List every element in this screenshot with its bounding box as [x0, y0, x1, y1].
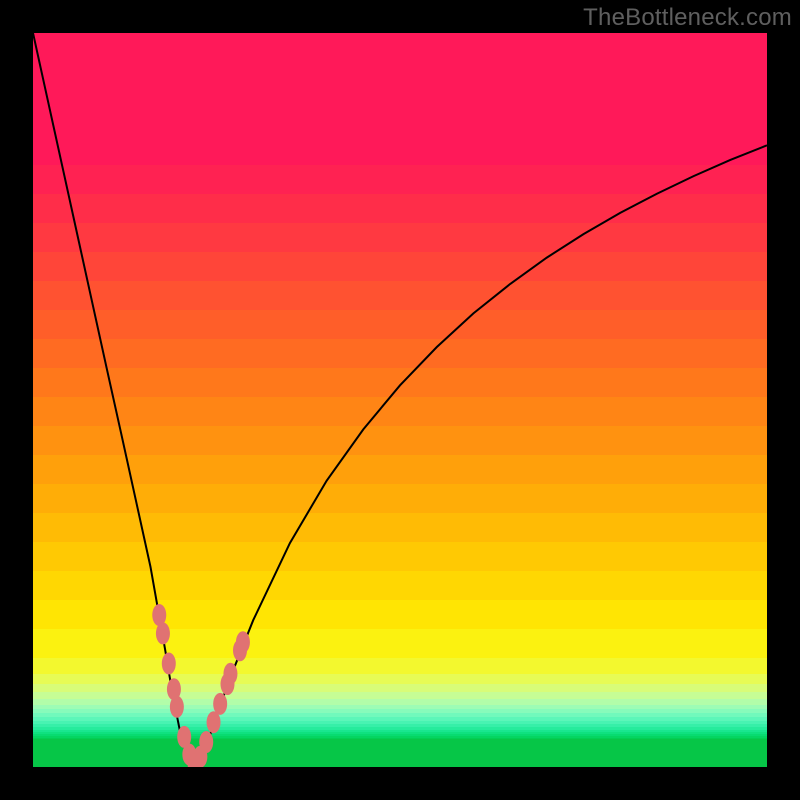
gradient-band [33, 33, 767, 165]
gradient-band [33, 252, 767, 281]
gradient-band [33, 571, 767, 600]
gradient-band [33, 281, 767, 310]
gradient-band [33, 455, 767, 484]
plot-area [33, 33, 767, 767]
gradient-band [33, 223, 767, 252]
gradient-band [33, 739, 767, 767]
gradient-band [33, 165, 767, 194]
gradient-band [33, 513, 767, 542]
gradient-band [33, 692, 767, 699]
gradient-band [33, 368, 767, 397]
gradient-band [33, 674, 767, 684]
gradient-band [33, 426, 767, 455]
gradient-band [33, 339, 767, 368]
gradient-band [33, 542, 767, 571]
gradient-bg [33, 33, 767, 767]
watermark-text: TheBottleneck.com [583, 4, 792, 32]
gradient-band [33, 484, 767, 513]
gradient-band [33, 194, 767, 223]
frame: TheBottleneck.com [0, 0, 800, 800]
gradient-band [33, 629, 767, 658]
gradient-band [33, 658, 767, 674]
gradient-band [33, 310, 767, 339]
gradient-band [33, 397, 767, 426]
gradient-band [33, 684, 767, 692]
gradient-band [33, 600, 767, 629]
